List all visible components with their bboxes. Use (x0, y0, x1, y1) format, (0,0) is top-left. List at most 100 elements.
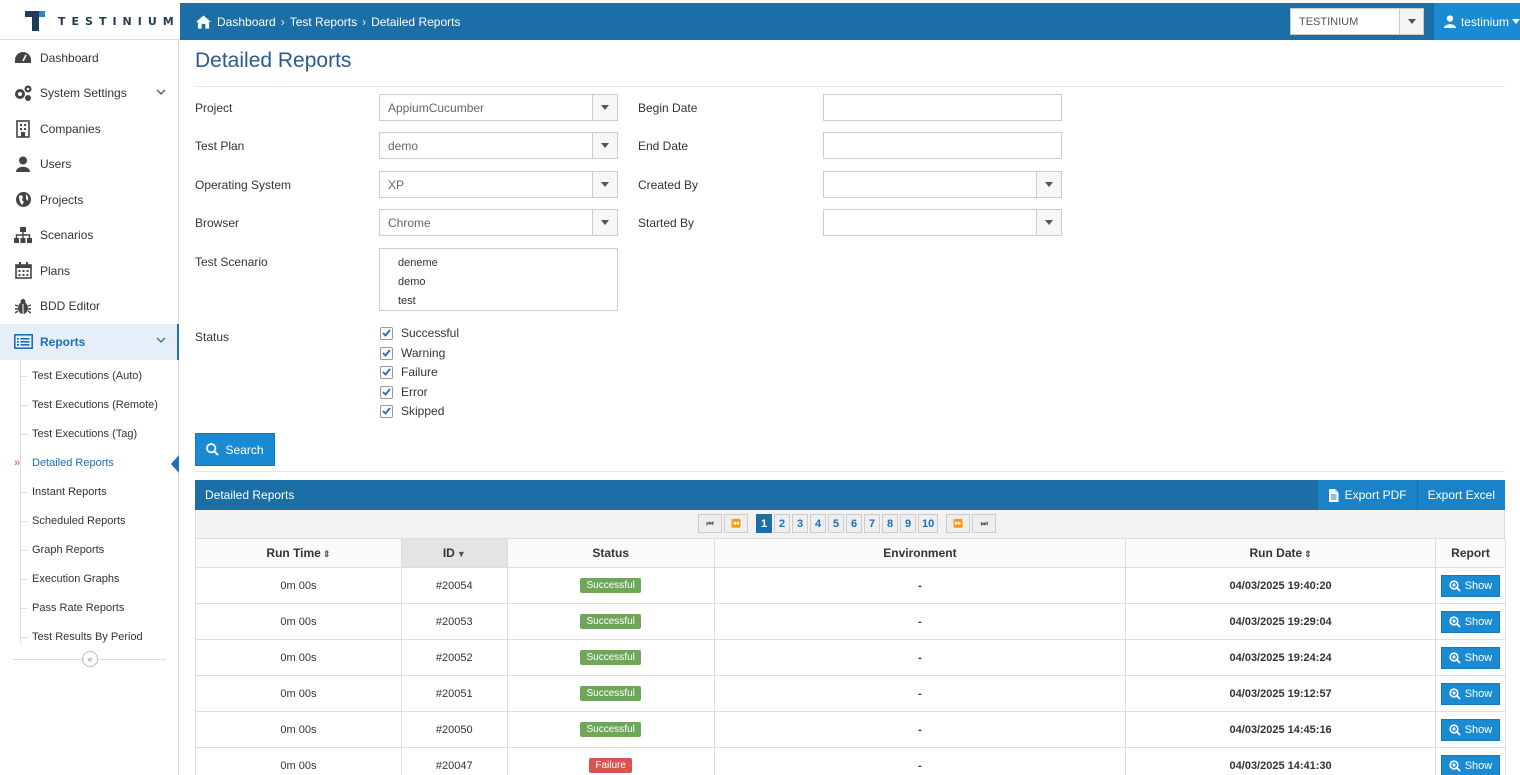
page-button[interactable]: 2 (774, 514, 790, 533)
home-icon[interactable] (196, 14, 211, 29)
sidebar-item-companies[interactable]: Companies (0, 111, 178, 147)
submenu-item-detailed-reports[interactable]: » Detailed Reports (0, 449, 179, 478)
submenu-item-pass-rate-reports[interactable]: Pass Rate Reports (0, 594, 178, 623)
search-button[interactable]: Search (195, 433, 275, 466)
scenario-option[interactable]: test (380, 292, 617, 311)
sidebar-item-projects[interactable]: Projects (0, 182, 178, 218)
submenu-item-test-results-by-period[interactable]: Test Results By Period (0, 623, 178, 652)
page-button[interactable]: 4 (810, 514, 826, 533)
page-button[interactable]: 3 (792, 514, 808, 533)
status-error[interactable]: Error (380, 385, 428, 399)
chevron-down-icon[interactable] (1036, 210, 1061, 235)
show-report-button[interactable]: Show (1440, 574, 1501, 597)
brand-name: TESTINIUM (58, 14, 180, 28)
submenu-item-scheduled-reports[interactable]: Scheduled Reports (0, 507, 178, 536)
test-plan-select[interactable]: demo (379, 132, 618, 159)
submenu-item-instant-reports[interactable]: Instant Reports (0, 478, 178, 507)
sidebar-item-reports[interactable]: Reports (0, 324, 179, 360)
sidebar-item-plans[interactable]: Plans (0, 253, 178, 289)
show-report-button[interactable]: Show (1440, 754, 1501, 775)
breadcrumb-dashboard[interactable]: Dashboard (217, 15, 276, 29)
chevron-down-icon[interactable] (592, 172, 617, 197)
page-button[interactable]: 6 (846, 514, 862, 533)
page-button[interactable]: 8 (882, 514, 898, 533)
last-page-icon[interactable]: ⏭ (972, 514, 997, 533)
chevron-down-icon[interactable] (592, 95, 617, 120)
created-by-select[interactable] (823, 171, 1062, 198)
status-warning[interactable]: Warning (380, 346, 445, 360)
status-option-label: Error (401, 385, 428, 399)
test-scenario-listbox[interactable]: deneme demo test (379, 248, 618, 311)
checkbox-checked-icon[interactable] (380, 385, 393, 399)
status-skipped[interactable]: Skipped (380, 404, 444, 418)
gears-icon (13, 83, 33, 103)
submenu-item-test-executions-remote[interactable]: Test Executions (Remote) (0, 391, 178, 420)
export-excel-button[interactable]: Export Excel (1416, 480, 1505, 510)
next-page-icon[interactable]: ⏩ (946, 514, 971, 533)
submenu-item-execution-graphs[interactable]: Execution Graphs (0, 565, 178, 594)
sidebar-item-label: Users (40, 157, 72, 172)
show-report-button[interactable]: Show (1440, 682, 1501, 705)
browser-select[interactable]: Chrome (379, 209, 618, 236)
submenu-item-label: Graph Reports (32, 544, 105, 556)
building-icon (13, 119, 33, 139)
column-header-run-time[interactable]: Run Time ⇕ (195, 538, 402, 568)
chevron-down-icon[interactable] (156, 89, 166, 96)
company-select[interactable]: TESTINIUM (1290, 8, 1424, 35)
chevron-down-icon[interactable] (1036, 172, 1061, 197)
begin-date-input[interactable] (823, 94, 1062, 121)
globe-icon (13, 190, 33, 210)
user-menu[interactable]: testinium (1434, 3, 1520, 40)
scenario-option[interactable]: deneme (380, 254, 617, 273)
active-indicator (171, 454, 179, 473)
page-button[interactable]: 7 (864, 514, 880, 533)
page-button[interactable]: 10 (918, 514, 939, 533)
export-pdf-button[interactable]: Export PDF (1317, 480, 1417, 510)
show-button-label: Show (1464, 579, 1493, 592)
status-failure[interactable]: Failure (380, 365, 438, 379)
checkbox-checked-icon[interactable] (380, 404, 393, 418)
end-date-input[interactable] (823, 132, 1062, 159)
column-header-id[interactable]: ID ▼ (400, 538, 508, 568)
page-button[interactable]: 5 (828, 514, 844, 533)
sidebar-item-bdd-editor[interactable]: BDD Editor (0, 289, 178, 325)
chevron-down-icon[interactable] (156, 337, 166, 344)
breadcrumb-test-reports[interactable]: Test Reports (290, 15, 357, 29)
submenu-item-test-executions-tag[interactable]: Test Executions (Tag) (0, 420, 178, 449)
cell-run-date: 04/03/2025 19:24:24 (1125, 639, 1436, 676)
previous-page-icon[interactable]: ⏪ (724, 514, 748, 533)
sidebar-item-scenarios[interactable]: Scenarios (0, 218, 178, 254)
checkbox-checked-icon[interactable] (380, 365, 393, 379)
first-page-icon[interactable]: ⏮ (698, 514, 722, 533)
started-by-select[interactable] (823, 209, 1062, 236)
submenu-item-label: Instant Reports (32, 486, 107, 498)
cell-environment: - (713, 675, 1127, 712)
show-report-button[interactable]: Show (1440, 610, 1501, 633)
project-select[interactable]: AppiumCucumber (379, 94, 618, 121)
show-report-button[interactable]: Show (1440, 718, 1501, 741)
page-button[interactable]: 9 (900, 514, 916, 533)
operating-system-select[interactable]: XP (379, 171, 618, 198)
sidebar-item-dashboard[interactable]: Dashboard (0, 40, 178, 76)
scenario-option[interactable]: demo (380, 273, 617, 292)
show-report-button[interactable]: Show (1440, 646, 1501, 669)
zoom-in-icon (1449, 651, 1461, 664)
chevron-down-icon[interactable] (1399, 9, 1423, 34)
page-button[interactable]: 1 (756, 514, 772, 533)
brand-logo[interactable]: TESTINIUM (0, 3, 180, 40)
checkbox-checked-icon[interactable] (380, 326, 393, 340)
column-header-run-date[interactable]: Run Date ⇕ (1125, 538, 1436, 568)
status-successful[interactable]: Successful (380, 326, 459, 340)
submenu-item-test-executions-auto[interactable]: Test Executions (Auto) (0, 362, 178, 391)
sort-desc-icon: ▼ (456, 549, 466, 559)
sidebar-item-system-settings[interactable]: System Settings (0, 76, 178, 112)
checkbox-checked-icon[interactable] (380, 346, 393, 360)
export-pdf-label: Export PDF (1344, 488, 1407, 502)
chevron-down-icon[interactable] (592, 210, 617, 235)
collapse-sidebar-icon[interactable]: « (82, 651, 98, 667)
top-navbar: TESTINIUM Dashboard › Test Reports › Det… (0, 3, 1520, 40)
submenu-item-graph-reports[interactable]: Graph Reports (0, 536, 178, 565)
sidebar-item-users[interactable]: Users (0, 147, 178, 183)
chevron-down-icon[interactable] (592, 133, 617, 158)
column-header-label: Report (1451, 546, 1490, 560)
